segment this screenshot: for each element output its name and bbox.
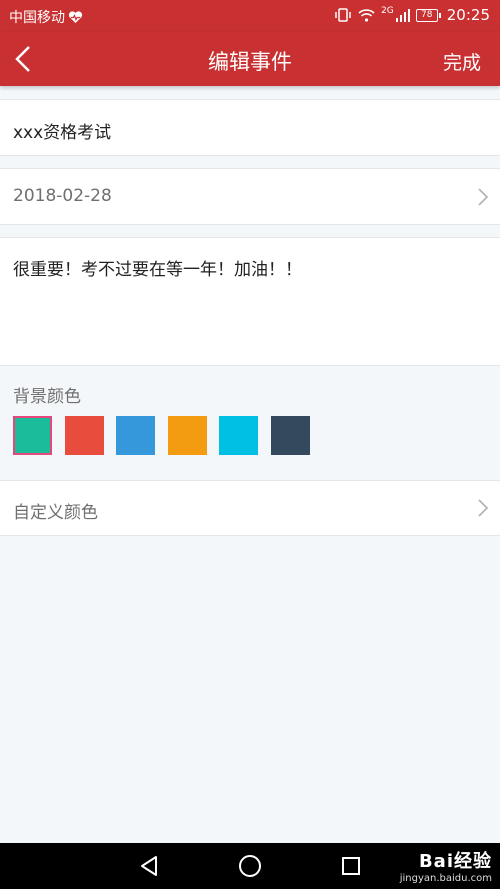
wifi-icon (358, 8, 375, 22)
circle-home-icon (239, 855, 261, 877)
battery-icon: 78 (415, 8, 441, 22)
background-color-section: 背景颜色 (0, 365, 500, 480)
color-swatch[interactable] (219, 416, 258, 455)
event-title-field[interactable]: xxx资格考试 (0, 99, 500, 156)
color-swatch[interactable] (13, 416, 52, 455)
custom-color-row[interactable]: 自定义颜色 (0, 480, 500, 536)
done-button[interactable]: 完成 (443, 48, 481, 75)
watermark-url: jingyan.baidu.com (399, 873, 492, 884)
note-value: 很重要！考不过要在等一年！加油！！ (13, 260, 302, 280)
date-value: 2018-02-28 (13, 186, 112, 206)
triangle-back-icon (141, 856, 157, 876)
nav-home-button[interactable] (237, 853, 263, 879)
background-color-label: 背景颜色 (13, 387, 81, 407)
color-swatch[interactable] (270, 416, 310, 455)
color-swatch[interactable] (64, 416, 104, 455)
page-title: 编辑事件 (208, 50, 292, 74)
color-swatch[interactable] (167, 416, 207, 455)
carrier-group: 中国移动 (9, 7, 83, 27)
watermark: Bai经验 jingyan.baidu.com (400, 847, 492, 884)
event-title-value: xxx资格考试 (13, 123, 112, 143)
carrier-label: 中国移动 (9, 10, 65, 26)
nav-back-button[interactable] (136, 853, 162, 879)
chevron-right-icon (478, 499, 488, 517)
clock: 20:25 (446, 6, 490, 24)
note-field[interactable]: 很重要！考不过要在等一年！加油！！ (0, 237, 500, 365)
status-icons: 2G 78 20:25 (334, 6, 490, 24)
color-swatch[interactable] (116, 416, 155, 455)
watermark-brand: Bai经验 (418, 851, 492, 872)
chevron-right-icon (478, 188, 488, 206)
battery-level: 78 (415, 8, 438, 22)
vibrate-icon (335, 8, 351, 22)
signal-icon (395, 8, 410, 22)
status-bar: 中国移动 2G 78 20:25 (0, 0, 500, 32)
date-picker-row[interactable]: 2018-02-28 (0, 168, 500, 225)
network-type-label: 2G (381, 6, 394, 16)
nav-recents-button[interactable] (338, 853, 364, 879)
heart-icon (68, 10, 83, 23)
system-nav-bar: Bai经验 jingyan.baidu.com (0, 843, 500, 889)
square-recents-icon (342, 857, 360, 875)
custom-color-label: 自定义颜色 (13, 503, 98, 523)
app-bar: 编辑事件 完成 (0, 32, 500, 86)
